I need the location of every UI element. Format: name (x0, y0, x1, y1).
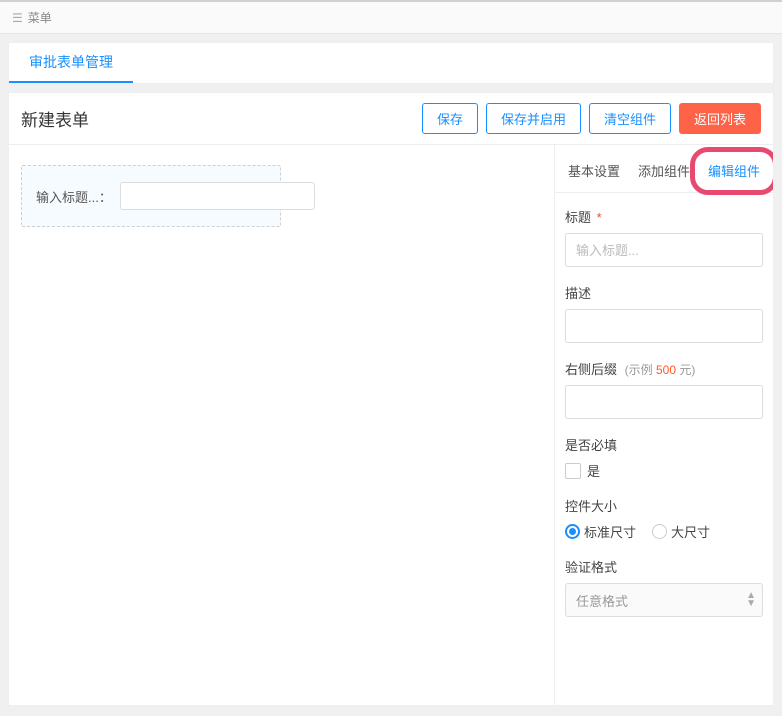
field-required: 是否必填 是 (565, 435, 763, 480)
field-description: 描述 (565, 283, 763, 343)
form-builder-card: 新建表单 保存 保存并启用 清空组件 返回列表 输入标题...： 基本设置 添加… (8, 92, 774, 706)
size-std-option[interactable]: 标准尺寸 (565, 522, 636, 541)
widget-label: 输入标题...： (36, 187, 112, 206)
suffix-label-text: 右侧后缀 (565, 362, 617, 377)
field-size: 控件大小 标准尺寸 大尺寸 (565, 496, 763, 541)
field-title: 标题 * (565, 207, 763, 267)
tab-basic-settings[interactable]: 基本设置 (559, 155, 629, 192)
validate-select-wrap[interactable]: 任意格式 ▲▼ (565, 583, 763, 617)
tab-edit-component[interactable]: 编辑组件 (699, 155, 769, 192)
size-label: 控件大小 (565, 496, 763, 515)
title-label: 标题 * (565, 207, 763, 226)
required-checkbox-row[interactable]: 是 (565, 461, 763, 480)
desc-input[interactable] (565, 309, 763, 343)
side-panel: 基本设置 添加组件 编辑组件 标题 * 描述 (555, 145, 773, 705)
top-menu-bar: ☰ 菜单 (0, 0, 782, 34)
title-input[interactable] (565, 233, 763, 267)
radio-unchecked-icon[interactable] (652, 524, 667, 539)
required-label: 是否必填 (565, 435, 763, 454)
field-suffix: 右侧后缀 (示例 500 元) (565, 359, 763, 419)
back-to-list-button[interactable]: 返回列表 (679, 103, 761, 134)
field-validate: 验证格式 任意格式 ▲▼ (565, 557, 763, 617)
suffix-input[interactable] (565, 385, 763, 419)
sidepanel-tabs: 基本设置 添加组件 编辑组件 (555, 155, 773, 193)
card-header: 新建表单 保存 保存并启用 清空组件 返回列表 (9, 93, 773, 145)
card-body: 输入标题...： 基本设置 添加组件 编辑组件 标题 * (9, 145, 773, 705)
tab-edit-label: 编辑组件 (708, 164, 760, 179)
hamburger-icon[interactable]: ☰ (12, 11, 22, 25)
desc-label: 描述 (565, 283, 763, 302)
size-lg-text: 大尺寸 (671, 522, 710, 541)
size-std-text: 标准尺寸 (584, 522, 636, 541)
required-star-icon: * (597, 210, 602, 225)
clear-components-button[interactable]: 清空组件 (589, 103, 671, 134)
save-button[interactable]: 保存 (422, 103, 478, 134)
size-radio-group: 标准尺寸 大尺寸 (565, 522, 763, 541)
validate-label: 验证格式 (565, 557, 763, 576)
required-option-text: 是 (587, 461, 600, 480)
validate-select[interactable]: 任意格式 (565, 583, 763, 617)
suffix-hint-num: 500 (656, 363, 676, 377)
tab-add-component[interactable]: 添加组件 (629, 155, 699, 192)
page-tab-bar: 审批表单管理 (8, 42, 774, 84)
tab-label: 审批表单管理 (29, 52, 113, 72)
card-title: 新建表单 (21, 106, 89, 131)
save-enable-button[interactable]: 保存并启用 (486, 103, 581, 134)
widget-input[interactable] (120, 182, 315, 210)
size-lg-option[interactable]: 大尺寸 (652, 522, 710, 541)
suffix-hint: (示例 500 元) (625, 363, 696, 377)
suffix-label: 右侧后缀 (示例 500 元) (565, 359, 763, 378)
validate-selected-text: 任意格式 (576, 591, 628, 610)
top-menu-label[interactable]: 菜单 (28, 9, 52, 26)
tab-approval-form-mgmt[interactable]: 审批表单管理 (9, 43, 133, 83)
suffix-hint-unit: 元) (676, 363, 695, 377)
radio-checked-icon[interactable] (565, 524, 580, 539)
required-checkbox[interactable] (565, 463, 581, 479)
toolbar-buttons: 保存 保存并启用 清空组件 返回列表 (422, 103, 761, 134)
suffix-hint-prefix: (示例 (625, 363, 656, 377)
form-canvas[interactable]: 输入标题...： (9, 145, 555, 705)
canvas-title-widget[interactable]: 输入标题...： (21, 165, 281, 227)
title-label-text: 标题 (565, 210, 591, 225)
